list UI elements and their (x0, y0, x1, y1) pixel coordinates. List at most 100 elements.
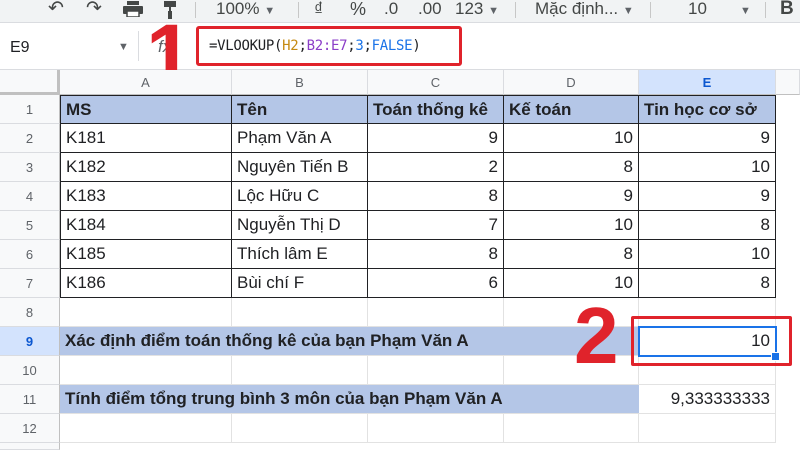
cell-b4[interactable]: Lộc Hữu C (232, 182, 368, 211)
formula-input[interactable]: =VLOOKUP(H2;B2:E7;3;FALSE) (196, 26, 462, 66)
cell-d5[interactable]: 10 (504, 211, 639, 240)
zoom-value: 100% (216, 0, 260, 18)
row-header-9[interactable]: 9 (0, 327, 60, 356)
column-header-c[interactable]: C (368, 70, 504, 95)
row-header-8[interactable]: 8 (0, 298, 60, 327)
cell-d4[interactable]: 9 (504, 182, 639, 211)
cell-c3[interactable]: 2 (368, 153, 504, 182)
cell-c10[interactable] (368, 356, 504, 385)
cell-d8[interactable] (504, 298, 639, 327)
formula-arg-index: 3 (355, 38, 364, 54)
chevron-down-icon[interactable]: ▼ (118, 41, 129, 53)
decrease-decimal-button[interactable]: .0 (384, 0, 398, 20)
cell-c4[interactable]: 8 (368, 182, 504, 211)
cell-c7[interactable]: 6 (368, 269, 504, 298)
cell-a10[interactable] (60, 356, 232, 385)
cell-a4[interactable]: K183 (60, 182, 232, 211)
bold-button[interactable]: B (780, 0, 794, 20)
undo-icon[interactable]: ↶ (48, 0, 64, 20)
row-header-4[interactable]: 4 (0, 182, 60, 211)
formula-bar-divider (138, 31, 139, 61)
cell-c1[interactable]: Toán thống kê (368, 95, 504, 124)
spreadsheet-grid: A B C D E 1 2 3 4 5 6 7 8 9 10 11 12 MS … (0, 70, 800, 450)
cell-d10[interactable] (504, 356, 639, 385)
cell-b12[interactable] (232, 414, 368, 443)
cell-a2[interactable]: K181 (60, 124, 232, 153)
cell-a9-label[interactable]: Xác định điểm toán thống kê của bạn Phạm… (60, 327, 639, 356)
highlight-box (631, 316, 792, 366)
font-select[interactable]: Mặc định... ▼ (535, 0, 634, 20)
cell-b1[interactable]: Tên (232, 95, 368, 124)
row-header-11[interactable]: 11 (0, 385, 60, 414)
cell-e4[interactable]: 9 (639, 182, 776, 211)
cell-b2[interactable]: Phạm Văn A (232, 124, 368, 153)
cell-a11-label[interactable]: Tính điểm tổng trung bình 3 môn của bạn … (60, 385, 639, 414)
column-header-e[interactable]: E (639, 70, 776, 95)
cell-e1[interactable]: Tin học cơ sở (639, 95, 776, 124)
cell-b5[interactable]: Nguyễn Thị D (232, 211, 368, 240)
chevron-down-icon: ▼ (622, 5, 634, 17)
cell-a6[interactable]: K185 (60, 240, 232, 269)
number-format-value: 123 (455, 0, 484, 18)
cell-d12[interactable] (504, 414, 639, 443)
cell-b8[interactable] (232, 298, 368, 327)
cell-c12[interactable] (368, 414, 504, 443)
cell-d7[interactable]: 10 (504, 269, 639, 298)
row-header-10[interactable]: 10 (0, 356, 60, 385)
cell-a7[interactable]: K186 (60, 269, 232, 298)
column-header-b[interactable]: B (232, 70, 368, 95)
cell-d2[interactable]: 10 (504, 124, 639, 153)
cell-e3[interactable]: 10 (639, 153, 776, 182)
row-header-1[interactable]: 1 (0, 95, 60, 124)
column-header-a[interactable]: A (60, 70, 232, 95)
row-header-3[interactable]: 3 (0, 153, 60, 182)
cell-a1[interactable]: MS (60, 95, 232, 124)
cell-d3[interactable]: 8 (504, 153, 639, 182)
column-header-f[interactable] (776, 70, 800, 95)
cell-d6[interactable]: 8 (504, 240, 639, 269)
increase-decimal-button[interactable]: .00 (418, 0, 442, 20)
row-header-2[interactable]: 2 (0, 124, 60, 153)
formula-close-paren: ) (412, 38, 421, 54)
cell-b6[interactable]: Thích lâm E (232, 240, 368, 269)
cell-c5[interactable]: 7 (368, 211, 504, 240)
number-format-select[interactable]: 123 ▼ (455, 0, 499, 20)
column-header-d[interactable]: D (504, 70, 639, 95)
row-header-7[interactable]: 7 (0, 269, 60, 298)
formula-separator: ; (298, 38, 307, 54)
cell-a5[interactable]: K184 (60, 211, 232, 240)
cell-c2[interactable]: 9 (368, 124, 504, 153)
cell-e2[interactable]: 9 (639, 124, 776, 153)
cell-e11[interactable]: 9,333333333 (639, 385, 776, 414)
percent-format-button[interactable]: % (350, 0, 366, 20)
print-icon[interactable] (122, 1, 144, 21)
name-box[interactable]: E9 (10, 39, 30, 57)
zoom-select[interactable]: 100% ▼ (216, 0, 275, 20)
cell-c8[interactable] (368, 298, 504, 327)
cell-a3[interactable]: K182 (60, 153, 232, 182)
cell-e12[interactable] (639, 414, 776, 443)
cell-b10[interactable] (232, 356, 368, 385)
cell-b3[interactable]: Nguyên Tiến B (232, 153, 368, 182)
row-header-5[interactable]: 5 (0, 211, 60, 240)
select-all-corner[interactable] (0, 70, 60, 95)
cell-c6[interactable]: 8 (368, 240, 504, 269)
redo-icon[interactable]: ↷ (86, 0, 102, 20)
currency-format-button[interactable]: ₫ (314, 0, 323, 20)
step-2-annotation: 2 (574, 291, 619, 380)
row-header-13[interactable] (0, 443, 60, 450)
row-header-6[interactable]: 6 (0, 240, 60, 269)
cell-a12[interactable] (60, 414, 232, 443)
font-name-value: Mặc định... (535, 0, 619, 18)
cell-b7[interactable]: Bùi chí F (232, 269, 368, 298)
cell-a8[interactable] (60, 298, 232, 327)
cell-e6[interactable]: 10 (639, 240, 776, 269)
cell-d1[interactable]: Kế toán (504, 95, 639, 124)
formula-arg-lookup: H2 (282, 38, 299, 54)
cell-e5[interactable]: 8 (639, 211, 776, 240)
font-size-select[interactable]: 10 (688, 0, 707, 20)
row-header-12[interactable]: 12 (0, 414, 60, 443)
font-size-chevron-icon[interactable]: ▼ (740, 0, 751, 20)
toolbar-divider (765, 2, 766, 18)
cell-e7[interactable]: 8 (639, 269, 776, 298)
